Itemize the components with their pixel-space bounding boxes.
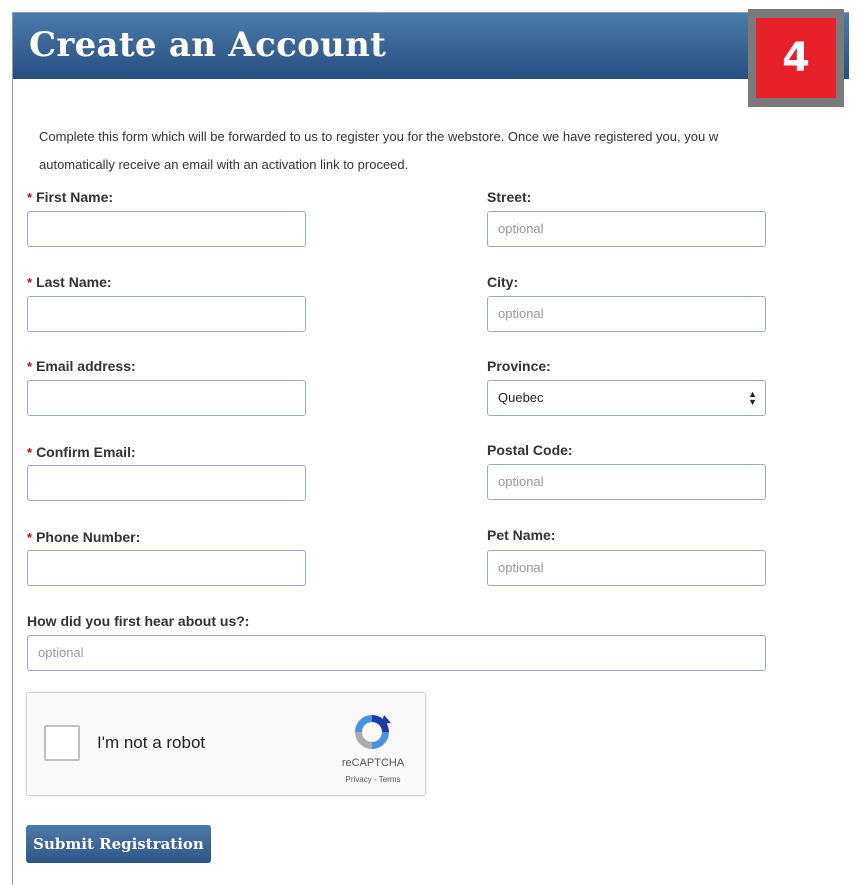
province-select[interactable]: Quebec ▲ ▼ [487,380,766,416]
last-name-label: * Last Name: [27,274,112,290]
city-input[interactable]: optional [487,296,766,332]
city-label: City: [487,274,519,290]
street-label: Street: [487,189,532,205]
page-header: Create an Account [13,13,849,79]
intro-line-2: automatically receive an email with an a… [39,157,409,172]
pet-name-label: Pet Name: [487,527,556,543]
recaptcha-brand: reCAPTCHA [341,757,405,769]
phone-label: * Phone Number: [27,529,141,545]
last-name-input[interactable] [27,296,306,332]
recaptcha-links[interactable]: Privacy - Terms [323,775,423,784]
select-arrows-icon: ▲ ▼ [748,389,757,407]
captcha-checkbox[interactable] [44,725,80,761]
confirm-email-input[interactable] [27,465,306,501]
step-badge: 4 [748,9,844,107]
required-marker: * [27,359,33,374]
pet-name-input[interactable]: optional [487,550,766,586]
postal-code-input[interactable]: optional [487,464,766,500]
required-marker: * [27,445,33,460]
email-input[interactable] [27,380,306,416]
phone-input[interactable] [27,550,306,586]
required-marker: * [27,190,33,205]
confirm-email-label: * Confirm Email: [27,444,136,460]
hear-about-input[interactable]: optional [27,635,766,671]
hear-about-label: How did you first hear about us?: [27,613,250,629]
province-value: Quebec [498,390,544,405]
recaptcha-widget: I'm not a robot reCAPTCHA Privacy - Term… [26,692,426,796]
province-label: Province: [487,358,551,374]
page-title: Create an Account [29,25,387,65]
step-number: 4 [756,18,836,98]
street-input[interactable]: optional [487,211,766,247]
intro-text: Complete this form which will be forward… [39,123,849,179]
email-label: * Email address: [27,358,136,374]
recaptcha-logo-icon [355,715,391,749]
intro-line-1: Complete this form which will be forward… [39,129,719,144]
submit-registration-button[interactable]: Submit Registration [26,825,211,863]
first-name-input[interactable] [27,211,306,247]
captcha-label: I'm not a robot [97,733,206,752]
required-marker: * [27,275,33,290]
first-name-label: * First Name: [27,189,114,205]
postal-code-label: Postal Code: [487,442,573,458]
required-marker: * [27,530,33,545]
